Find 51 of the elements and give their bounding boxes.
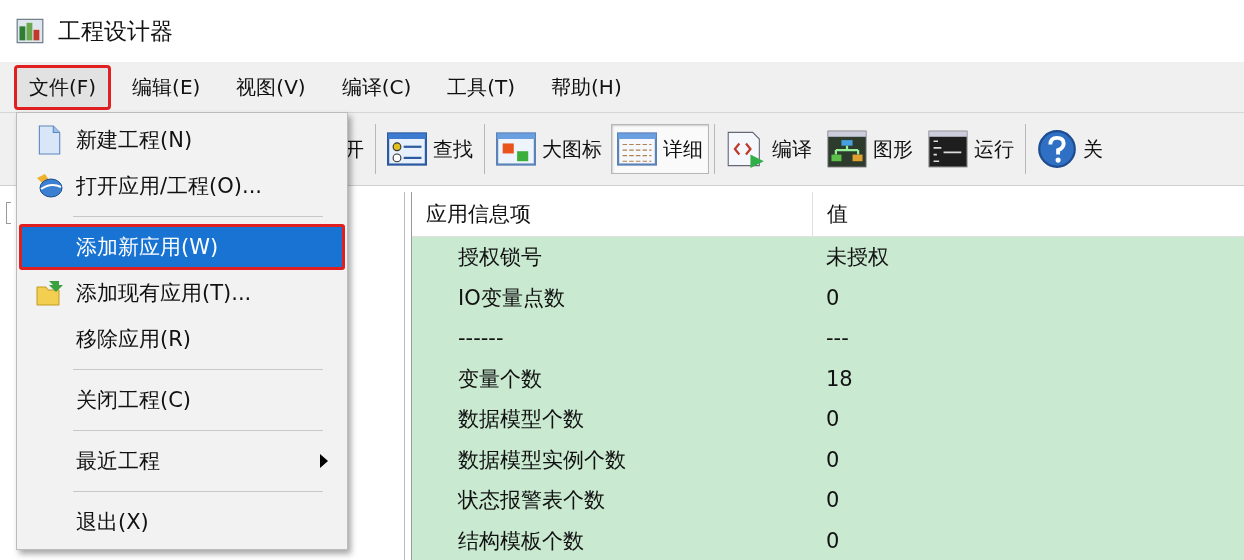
table-cell: 0 (826, 407, 840, 432)
table-cell: 0 (826, 447, 840, 472)
table-cell-text: 授权锁号 (457, 244, 543, 272)
menu-item[interactable]: 退出(X) (19, 499, 345, 545)
table-cell: --- (826, 326, 849, 351)
window-title: 工程设计器 (58, 16, 173, 46)
table-cell-text: 结构模板个数 (457, 527, 585, 555)
menu-item[interactable]: 编辑(E) (117, 64, 216, 110)
menu-item[interactable]: 编译(C) (326, 64, 427, 110)
find-icon (387, 130, 427, 168)
menu-item[interactable]: 工具(T) (432, 64, 531, 110)
table-cell-text: 数据模型实例个数 (457, 446, 627, 474)
menu-item[interactable]: 帮助(H) (536, 64, 637, 110)
toolbar-button[interactable]: 大图标 (490, 124, 608, 174)
table-cell: 0 (826, 285, 840, 310)
toolbar-button[interactable]: 运行 (922, 124, 1020, 174)
menu-item[interactable]: 关闭工程(C) (19, 377, 345, 423)
menu-item[interactable]: 添加新应用(W) (19, 224, 345, 270)
table-cell: 18 (826, 366, 853, 391)
folder-icon (35, 278, 63, 308)
submenu-arrow-icon (320, 454, 328, 468)
menu-item[interactable]: 打开应用/工程(O)... (19, 163, 345, 209)
diagram-icon (827, 130, 867, 168)
toolbar-button[interactable]: 查找 (381, 124, 479, 174)
code-icon (726, 130, 766, 168)
menu-item[interactable]: 视图(V) (221, 64, 321, 110)
column-header[interactable]: 应用信息项 (412, 192, 813, 236)
table-cell-text: 变量个数 (457, 365, 543, 393)
table-cell: 0 (826, 488, 840, 513)
table-cell: 0 (826, 528, 840, 553)
details-icon (617, 130, 657, 168)
help-icon (1037, 129, 1077, 169)
menu-item[interactable]: 添加现有应用(T)... (19, 270, 345, 316)
toolbar-button[interactable]: 关 (1031, 123, 1109, 175)
column-header[interactable]: 值 (813, 192, 848, 236)
toolbar-button[interactable]: 图形 (821, 124, 919, 174)
table-cell-text: 状态报警表个数 (457, 487, 606, 515)
globe-icon (35, 171, 63, 201)
menu-item[interactable]: 文件(F) (14, 64, 112, 110)
terminal-icon (928, 130, 968, 168)
menu-item[interactable]: 最近工程 (19, 438, 345, 484)
table-cell-text: 数据模型个数 (457, 406, 585, 434)
table-cell-text: 未授权 (826, 244, 889, 272)
table-cell-text: IO变量点数 (457, 284, 566, 312)
app-icon (16, 17, 44, 45)
menu-item[interactable]: 新建工程(N) (19, 117, 345, 163)
large-icons-icon (496, 130, 536, 168)
table-cell-text: ------ (457, 326, 505, 351)
menu-item[interactable]: 移除应用(R) (19, 316, 345, 362)
toolbar-button[interactable]: 编译 (720, 124, 818, 174)
toolbar-button[interactable]: 详细 (611, 124, 709, 174)
